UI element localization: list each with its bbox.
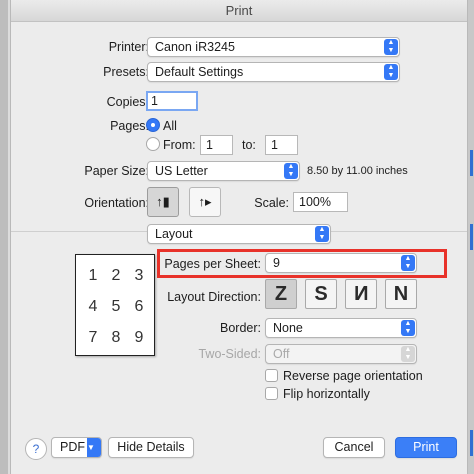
pages-all-radio[interactable] xyxy=(146,118,160,132)
border-value: None xyxy=(273,321,303,335)
paper-dimensions: 8.50 by 11.00 inches xyxy=(307,165,408,177)
hide-details-button[interactable]: Hide Details xyxy=(108,437,194,458)
reverse-orientation-checkbox[interactable] xyxy=(265,369,278,382)
chevron-updown-icon: ▲ ▼ xyxy=(384,39,398,55)
border-select[interactable]: None ▲ ▼ xyxy=(265,318,417,338)
printer-value: Canon iR3245 xyxy=(155,40,235,54)
window-title: Print xyxy=(11,0,467,22)
preview-number: 3 xyxy=(134,267,144,284)
reverse-orientation-label: Reverse page orientation xyxy=(283,369,423,383)
presets-label: Presets: xyxy=(103,65,149,79)
printer-label: Printer: xyxy=(108,40,149,54)
direction-s-icon: S xyxy=(314,283,328,305)
background-accent-mark xyxy=(470,430,473,456)
flip-horizontally-label: Flip horizontally xyxy=(283,387,370,401)
direction-z-icon: Z xyxy=(274,283,288,305)
panel-select[interactable]: Layout ▲ ▼ xyxy=(147,224,331,244)
page-preview: 1 2 3 4 5 6 7 8 9 xyxy=(75,254,155,356)
chevron-down-icon: ▼ xyxy=(87,438,101,457)
paper-size-value: US Letter xyxy=(155,164,208,178)
two-sided-value: Off xyxy=(273,347,290,361)
landscape-icon: ↑▸ xyxy=(198,194,212,209)
preview-number: 5 xyxy=(111,298,121,315)
direction-n-icon: N xyxy=(393,283,409,305)
panel-select-value: Layout xyxy=(155,227,193,241)
direction-n-reverse-icon: N xyxy=(353,283,369,305)
chevron-updown-icon: ▲ ▼ xyxy=(384,64,398,80)
pages-from-label: From: xyxy=(163,138,196,152)
background-right-strip xyxy=(468,0,474,474)
portrait-icon: ↑▮ xyxy=(156,194,170,209)
print-dialog: Print Printer: Canon iR3245 ▲ ▼ Presets: … xyxy=(10,0,468,474)
scale-field[interactable]: 100% xyxy=(293,192,348,212)
preview-number: 7 xyxy=(88,329,98,346)
two-sided-label: Two-Sided: xyxy=(198,347,261,361)
two-sided-select: Off ▲ ▼ xyxy=(265,344,417,364)
preview-number: 2 xyxy=(111,267,121,284)
preview-number: 6 xyxy=(134,298,144,315)
pdf-label: PDF xyxy=(60,440,85,454)
chevron-updown-icon: ▲ ▼ xyxy=(401,320,415,336)
pages-from-radio[interactable] xyxy=(146,137,160,151)
landscape-orientation-button[interactable]: ↑▸ xyxy=(189,187,221,217)
pages-all-label: All xyxy=(163,119,177,133)
pages-label: Pages: xyxy=(110,119,149,133)
preview-number: 9 xyxy=(134,329,144,346)
presets-value: Default Settings xyxy=(155,65,244,79)
background-left-strip xyxy=(0,0,8,474)
flip-horizontally-checkbox[interactable] xyxy=(265,387,278,400)
layout-direction-label: Layout Direction: xyxy=(167,290,261,304)
printer-select[interactable]: Canon iR3245 ▲ ▼ xyxy=(147,37,400,57)
cancel-button[interactable]: Cancel xyxy=(323,437,385,458)
pages-to-field[interactable]: 1 xyxy=(265,135,298,155)
layout-direction-s-button[interactable]: S xyxy=(305,279,337,309)
layout-direction-n-button[interactable]: N xyxy=(385,279,417,309)
copies-field[interactable]: 1 xyxy=(146,91,198,111)
presets-select[interactable]: Default Settings ▲ ▼ xyxy=(147,62,400,82)
background-accent-mark xyxy=(470,224,473,250)
background-accent-mark xyxy=(470,150,473,176)
chevron-updown-icon: ▲ ▼ xyxy=(315,226,329,242)
preview-number: 8 xyxy=(111,329,121,346)
preview-number: 4 xyxy=(88,298,98,315)
pages-from-field[interactable]: 1 xyxy=(200,135,233,155)
orientation-label: Orientation: xyxy=(84,196,149,210)
pdf-menu-button[interactable]: PDF ▼ xyxy=(51,437,102,458)
paper-size-label: Paper Size: xyxy=(84,164,149,178)
preview-number: 1 xyxy=(88,267,98,284)
copies-label: Copies: xyxy=(106,95,149,109)
layout-direction-z-button[interactable]: Z xyxy=(265,279,297,309)
help-button[interactable]: ? xyxy=(25,438,47,460)
border-label: Border: xyxy=(220,321,261,335)
annotation-highlight-box xyxy=(157,249,447,278)
layout-direction-n-reverse-button[interactable]: N xyxy=(345,279,377,309)
scale-label: Scale: xyxy=(254,196,289,210)
paper-size-select[interactable]: US Letter ▲ ▼ xyxy=(147,161,300,181)
chevron-updown-icon: ▲ ▼ xyxy=(284,163,298,179)
chevron-updown-icon: ▲ ▼ xyxy=(401,346,415,362)
print-button[interactable]: Print xyxy=(395,437,457,458)
pages-to-label: to: xyxy=(242,138,256,152)
portrait-orientation-button[interactable]: ↑▮ xyxy=(147,187,179,217)
